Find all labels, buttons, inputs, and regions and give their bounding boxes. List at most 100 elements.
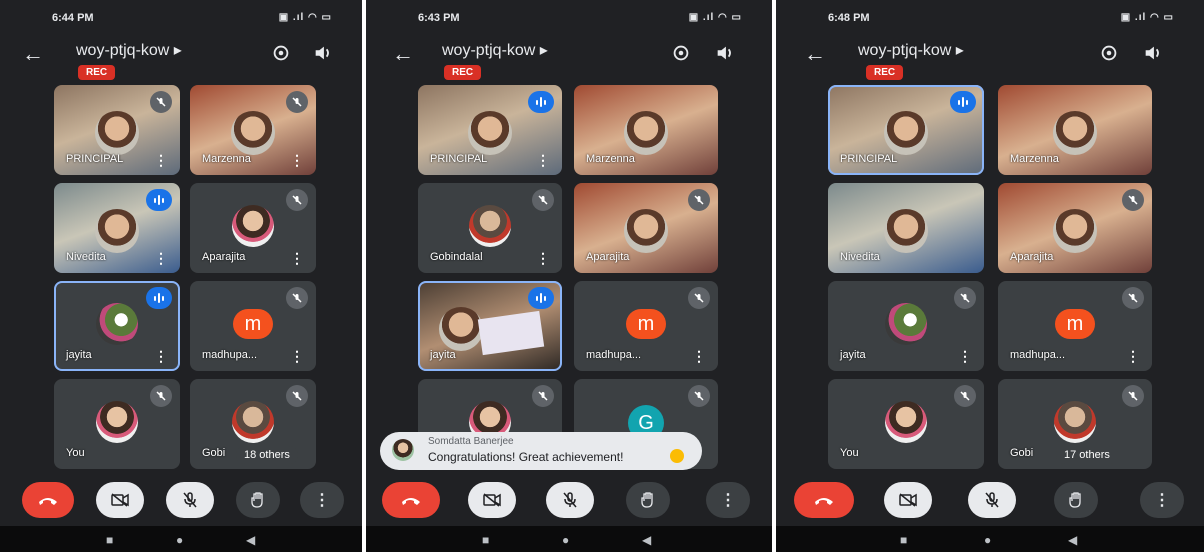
- participant-name: Marzenna: [586, 153, 635, 165]
- participant-video: [439, 307, 484, 351]
- speaking-indicator-icon: [528, 91, 554, 113]
- back-arrow-icon[interactable]: ←: [804, 42, 826, 66]
- more-vert-icon[interactable]: ⋮: [154, 349, 168, 363]
- mic-off-icon: [286, 287, 308, 309]
- recents-icon[interactable]: ■: [900, 534, 907, 546]
- chat-notification[interactable]: Somdatta Banerjee Congratulations! Great…: [380, 432, 702, 470]
- participant-tile[interactable]: PRINCIPAL ⋮: [418, 85, 562, 175]
- mic-off-button[interactable]: [968, 482, 1016, 518]
- more-options-button[interactable]: ⋮: [300, 482, 344, 518]
- speaking-indicator-icon: [950, 91, 976, 113]
- speaker-icon[interactable]: [1142, 42, 1164, 64]
- status-time: 6:48 PM: [828, 12, 870, 24]
- call-controls: ⋮: [0, 480, 362, 520]
- participant-tile[interactable]: Aparajita: [574, 183, 718, 273]
- more-vert-icon[interactable]: ⋮: [1126, 349, 1140, 363]
- more-vert-icon[interactable]: ⋮: [536, 153, 550, 167]
- mic-off-button[interactable]: [546, 482, 594, 518]
- raise-hand-button[interactable]: [626, 482, 670, 518]
- raise-hand-button[interactable]: [1054, 482, 1098, 518]
- meeting-code[interactable]: woy-ptjq-kow ▸: [858, 40, 964, 60]
- participant-tile[interactable]: m madhupa... ⋮: [998, 281, 1152, 371]
- participant-tile[interactable]: m madhupa... ⋮: [190, 281, 316, 371]
- participant-video: [1053, 209, 1097, 253]
- speaker-icon[interactable]: [312, 42, 334, 64]
- switch-camera-icon[interactable]: [670, 42, 692, 64]
- more-vert-icon[interactable]: ⋮: [154, 153, 168, 167]
- switch-camera-icon[interactable]: [1098, 42, 1120, 64]
- switch-camera-icon[interactable]: [270, 42, 292, 64]
- participant-tile[interactable]: PRINCIPAL: [828, 85, 984, 175]
- speaking-indicator-icon: [146, 189, 172, 211]
- app-bar: ← woy-ptjq-kow ▸ REC: [0, 38, 362, 80]
- back-arrow-icon[interactable]: ←: [22, 42, 44, 66]
- mic-off-icon: [954, 287, 976, 309]
- end-call-button[interactable]: [22, 482, 74, 518]
- camera-off-button[interactable]: [96, 482, 144, 518]
- participant-tile[interactable]: Marzenna: [998, 85, 1152, 175]
- home-icon[interactable]: ●: [984, 534, 991, 546]
- participant-tile[interactable]: You: [54, 379, 180, 469]
- android-nav-bar: ■ ● ◀: [366, 526, 772, 552]
- participant-avatar: [885, 401, 927, 443]
- mic-off-button[interactable]: [166, 482, 214, 518]
- participant-tile[interactable]: Aparajita ⋮: [190, 183, 316, 273]
- more-options-button[interactable]: ⋮: [1140, 482, 1184, 518]
- mic-off-icon: [532, 189, 554, 211]
- back-icon[interactable]: ◀: [1068, 534, 1077, 546]
- participant-name: Nivedita: [840, 251, 880, 263]
- more-vert-icon[interactable]: ⋮: [154, 251, 168, 265]
- back-icon[interactable]: ◀: [246, 534, 255, 546]
- meeting-code[interactable]: woy-ptjq-kow ▸: [442, 40, 548, 60]
- others-count[interactable]: 18 others: [236, 446, 298, 464]
- home-icon[interactable]: ●: [562, 534, 569, 546]
- camera-off-button[interactable]: [884, 482, 932, 518]
- mic-off-icon: [1122, 189, 1144, 211]
- participant-video: [231, 111, 275, 155]
- participant-tile[interactable]: You: [828, 379, 984, 469]
- app-bar: ← woy-ptjq-kow ▸ REC: [366, 38, 772, 80]
- home-icon[interactable]: ●: [176, 534, 183, 546]
- participant-name: madhupa...: [1010, 349, 1066, 361]
- participant-tile[interactable]: jayita ⋮: [54, 281, 180, 371]
- screen-2: 6:43 PM ▣ .ıl ◠ ▭ ← woy-ptjq-kow ▸ REC P…: [366, 0, 772, 552]
- back-icon[interactable]: ◀: [642, 534, 651, 546]
- meeting-code[interactable]: woy-ptjq-kow ▸: [76, 40, 182, 60]
- more-vert-icon[interactable]: ⋮: [958, 349, 972, 363]
- participant-tile[interactable]: Nivedita ⋮: [54, 183, 180, 273]
- raise-hand-button[interactable]: [236, 482, 280, 518]
- call-controls: ⋮: [366, 480, 772, 520]
- participant-name: You: [66, 447, 85, 459]
- mic-off-icon: [1122, 287, 1144, 309]
- more-vert-icon[interactable]: ⋮: [290, 153, 304, 167]
- more-vert-icon: ⋮: [314, 492, 330, 509]
- more-vert-icon[interactable]: ⋮: [692, 349, 706, 363]
- participant-tile[interactable]: Marzenna: [574, 85, 718, 175]
- more-vert-icon[interactable]: ⋮: [536, 251, 550, 265]
- participant-tile[interactable]: Aparajita: [998, 183, 1152, 273]
- participant-tile[interactable]: m madhupa... ⋮: [574, 281, 718, 371]
- more-options-button[interactable]: ⋮: [706, 482, 750, 518]
- mic-off-icon: [688, 189, 710, 211]
- end-call-button[interactable]: [794, 482, 854, 518]
- back-arrow-icon[interactable]: ←: [392, 42, 414, 66]
- others-count[interactable]: 17 others: [1056, 446, 1118, 464]
- participant-tile[interactable]: PRINCIPAL ⋮: [54, 85, 180, 175]
- camera-off-button[interactable]: [468, 482, 516, 518]
- mic-off-icon: [286, 385, 308, 407]
- participant-tile[interactable]: Nivedita: [828, 183, 984, 273]
- speaking-indicator-icon: [528, 287, 554, 309]
- participant-tile[interactable]: Gobindalal ⋮: [418, 183, 562, 273]
- participant-tile[interactable]: jayita ⋮: [828, 281, 984, 371]
- more-vert-icon[interactable]: ⋮: [290, 251, 304, 265]
- participant-tile[interactable]: Marzenna ⋮: [190, 85, 316, 175]
- recents-icon[interactable]: ■: [482, 534, 489, 546]
- recents-icon[interactable]: ■: [106, 534, 113, 546]
- participant-tile[interactable]: jayita: [418, 281, 562, 371]
- more-vert-icon[interactable]: ⋮: [290, 349, 304, 363]
- end-call-button[interactable]: [382, 482, 440, 518]
- status-icons: ▣ .ıl ◠ ▭: [688, 12, 742, 23]
- speaker-icon[interactable]: [714, 42, 736, 64]
- rec-badge: REC: [78, 65, 116, 80]
- smile-emoji-icon: [670, 449, 684, 463]
